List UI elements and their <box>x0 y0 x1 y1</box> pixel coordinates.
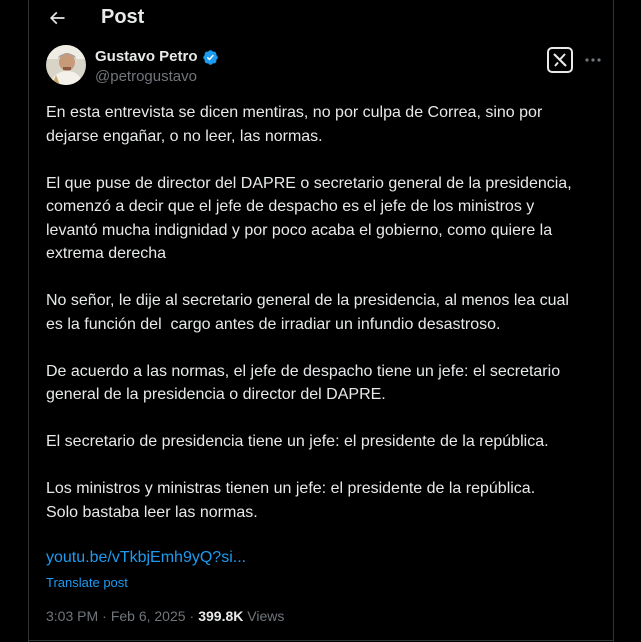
meta-separator: · <box>189 608 195 624</box>
post-meta: 3:03 PM · Feb 6, 2025 · 399.8K Views <box>46 607 284 625</box>
translate-post-link[interactable]: Translate post <box>46 575 128 591</box>
grok-icon <box>553 53 567 67</box>
post-paragraph: El que puse de director del DAPRE o secr… <box>46 174 572 263</box>
page: Post Gustavo Petro @petrogustavo En esta… <box>0 0 641 642</box>
author-handle[interactable]: @petrogustavo <box>95 68 197 86</box>
post-text: En esta entrevista se dicen mentiras, no… <box>46 101 591 548</box>
post-paragraph: Los ministros y ministras tienen un jefe… <box>46 480 536 521</box>
post-time[interactable]: 3:03 PM <box>46 607 98 625</box>
avatar-image <box>46 45 86 85</box>
meta-separator: · <box>102 608 107 624</box>
post-link[interactable]: youtu.be/vTkbjEmh9yQ?si... <box>46 546 246 569</box>
views-count: 399.8K <box>198 608 244 624</box>
back-button[interactable] <box>43 4 71 32</box>
more-horizontal-icon <box>585 58 601 62</box>
author-name[interactable]: Gustavo Petro <box>95 48 219 66</box>
author-name-text: Gustavo Petro <box>95 48 198 65</box>
arrow-left-icon <box>49 11 65 25</box>
views-label: Views <box>247 608 285 624</box>
avatar[interactable] <box>46 45 86 85</box>
verified-badge-icon <box>202 49 218 65</box>
grok-button[interactable] <box>547 47 573 73</box>
post-paragraph: No señor, le dije al secretario general … <box>46 292 569 333</box>
post-date[interactable]: Feb 6, 2025 <box>111 607 186 625</box>
post-paragraph: El secretario de presidencia tiene un je… <box>46 433 549 450</box>
post-paragraph: En esta entrevista se dicen mentiras, no… <box>46 104 543 145</box>
post-paragraph: De acuerdo a las normas, el jefe de desp… <box>46 362 561 404</box>
more-options-button[interactable] <box>582 50 604 70</box>
post-column: Post Gustavo Petro @petrogustavo En esta… <box>28 0 614 642</box>
header: Post <box>29 0 613 36</box>
divider <box>29 640 613 641</box>
page-title: Post <box>101 6 145 28</box>
